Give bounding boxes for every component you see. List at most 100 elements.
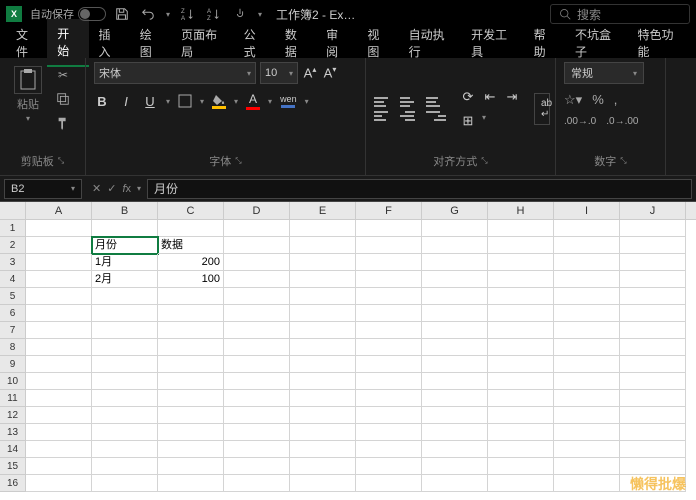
cell-B7[interactable] [92,322,158,339]
cell-B6[interactable] [92,305,158,322]
cell-H4[interactable] [488,271,554,288]
cell-G13[interactable] [422,424,488,441]
cell-G1[interactable] [422,220,488,237]
cell-H13[interactable] [488,424,554,441]
comma-format-icon[interactable]: , [614,92,618,108]
cell-D14[interactable] [224,441,290,458]
cell-E3[interactable] [290,254,356,271]
row-header-3[interactable]: 3 [0,254,26,271]
font-launcher-icon[interactable]: ⤡ [235,156,241,166]
cell-F7[interactable] [356,322,422,339]
cell-G15[interactable] [422,458,488,475]
cell-H14[interactable] [488,441,554,458]
cell-D4[interactable] [224,271,290,288]
row-header-12[interactable]: 12 [0,407,26,424]
cell-A11[interactable] [26,390,92,407]
cell-A2[interactable] [26,237,92,254]
cell-J9[interactable] [620,356,686,373]
cell-J4[interactable] [620,271,686,288]
cell-I12[interactable] [554,407,620,424]
cell-I2[interactable] [554,237,620,254]
cell-J7[interactable] [620,322,686,339]
cell-D2[interactable] [224,237,290,254]
cell-J3[interactable] [620,254,686,271]
row-header-7[interactable]: 7 [0,322,26,339]
cell-J8[interactable] [620,339,686,356]
cell-J2[interactable] [620,237,686,254]
cell-E8[interactable] [290,339,356,356]
cell-B13[interactable] [92,424,158,441]
cell-C7[interactable] [158,322,224,339]
cell-D10[interactable] [224,373,290,390]
cell-F13[interactable] [356,424,422,441]
cell-G5[interactable] [422,288,488,305]
cell-H15[interactable] [488,458,554,475]
cell-G8[interactable] [422,339,488,356]
font-size-combo[interactable]: 10▾ [260,62,298,84]
cell-A4[interactable] [26,271,92,288]
cell-F3[interactable] [356,254,422,271]
cell-B2[interactable]: 月份 [92,237,158,254]
decrease-decimal-icon[interactable]: .0→.00 [606,116,638,127]
italic-button[interactable]: I [118,94,134,109]
cell-H12[interactable] [488,407,554,424]
cell-H6[interactable] [488,305,554,322]
cell-H9[interactable] [488,356,554,373]
border-button[interactable] [178,94,192,108]
cell-B14[interactable] [92,441,158,458]
row-header-6[interactable]: 6 [0,305,26,322]
cell-I7[interactable] [554,322,620,339]
cell-A10[interactable] [26,373,92,390]
cell-C6[interactable] [158,305,224,322]
cell-I10[interactable] [554,373,620,390]
phonetic-button[interactable]: wen [280,94,297,108]
cell-B11[interactable] [92,390,158,407]
cell-G4[interactable] [422,271,488,288]
cell-I6[interactable] [554,305,620,322]
cell-E13[interactable] [290,424,356,441]
cell-A13[interactable] [26,424,92,441]
align-left-icon[interactable] [374,111,394,121]
cell-D16[interactable] [224,475,290,492]
cell-C4[interactable]: 100 [158,271,224,288]
col-header-A[interactable]: A [26,202,92,219]
row-header-11[interactable]: 11 [0,390,26,407]
row-header-14[interactable]: 14 [0,441,26,458]
col-header-C[interactable]: C [158,202,224,219]
cell-H8[interactable] [488,339,554,356]
paste-button[interactable]: 粘贴 ▾ [8,66,48,123]
cell-H5[interactable] [488,288,554,305]
cell-H3[interactable] [488,254,554,271]
cell-E16[interactable] [290,475,356,492]
cell-A9[interactable] [26,356,92,373]
cell-F9[interactable] [356,356,422,373]
align-launcher-icon[interactable]: ⤡ [481,156,487,166]
cell-G2[interactable] [422,237,488,254]
cell-C1[interactable] [158,220,224,237]
cell-C16[interactable] [158,475,224,492]
row-header-10[interactable]: 10 [0,373,26,390]
cell-E7[interactable] [290,322,356,339]
cell-D8[interactable] [224,339,290,356]
cell-I16[interactable] [554,475,620,492]
cell-F15[interactable] [356,458,422,475]
cell-F10[interactable] [356,373,422,390]
cell-G9[interactable] [422,356,488,373]
cell-D13[interactable] [224,424,290,441]
paste-dropdown-icon[interactable]: ▾ [26,114,30,123]
align-bottom-icon[interactable] [426,97,446,107]
col-header-D[interactable]: D [224,202,290,219]
cell-F4[interactable] [356,271,422,288]
cell-D3[interactable] [224,254,290,271]
cell-C9[interactable] [158,356,224,373]
cell-A12[interactable] [26,407,92,424]
cell-D7[interactable] [224,322,290,339]
cell-H10[interactable] [488,373,554,390]
cell-A14[interactable] [26,441,92,458]
cell-J14[interactable] [620,441,686,458]
row-header-5[interactable]: 5 [0,288,26,305]
cell-I8[interactable] [554,339,620,356]
cell-J13[interactable] [620,424,686,441]
cell-H11[interactable] [488,390,554,407]
spreadsheet-grid[interactable]: ABCDEFGHIJ 12月份数据31月20042月10056789101112… [0,202,696,500]
